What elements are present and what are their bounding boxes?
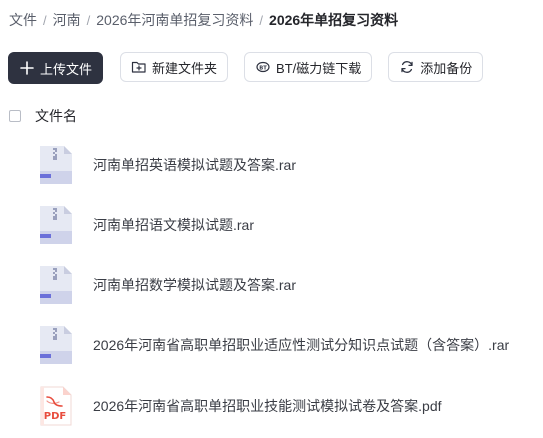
breadcrumb: 文件 / 河南 / 2026年河南单招复习资料 / 2026年单招复习资料 <box>9 10 398 30</box>
file-row[interactable]: PDF 2026年河南省高职单招职业技能测试模拟试卷及答案.pdf <box>38 386 538 426</box>
new-folder-button[interactable]: 新建文件夹 <box>120 52 229 82</box>
file-name[interactable]: 河南单招英语模拟试题及答案.rar <box>93 155 296 175</box>
file-name[interactable]: 河南单招数学模拟试题及答案.rar <box>93 275 296 295</box>
file-name[interactable]: 河南单招语文模拟试题.rar <box>93 215 254 235</box>
file-name[interactable]: 2026年河南省高职单招职业技能测试模拟试卷及答案.pdf <box>93 396 442 416</box>
bt-magnet-download-label: BT/磁力链下载 <box>276 60 362 76</box>
add-backup-button-label: 添加备份 <box>420 60 473 76</box>
archive-file-icon <box>38 265 74 305</box>
file-row[interactable]: 河南单招数学模拟试题及答案.rar <box>38 265 538 305</box>
archive-file-icon <box>38 325 74 365</box>
plus-icon <box>19 60 35 76</box>
pdf-file-icon: PDF <box>38 386 74 426</box>
bt-magnet-download-button[interactable]: BT BT/磁力链下载 <box>244 52 373 82</box>
file-row[interactable]: 河南单招英语模拟试题及答案.rar <box>38 145 538 185</box>
new-folder-button-label: 新建文件夹 <box>152 60 218 76</box>
toolbar: 上传文件 新建文件夹 BT BT/磁力链下载 添加备份 <box>8 52 499 84</box>
file-row[interactable]: 2026年河南省高职单招职业适应性测试分知识点试题（含答案）.rar <box>38 325 538 365</box>
upload-button-label: 上传文件 <box>40 61 93 77</box>
add-backup-button[interactable]: 添加备份 <box>388 52 484 82</box>
breadcrumb-separator: / <box>43 12 47 28</box>
pdf-badge: PDF <box>44 411 66 422</box>
archive-file-icon <box>38 205 74 245</box>
upload-button[interactable]: 上传文件 <box>8 52 104 84</box>
archive-file-icon <box>38 145 74 185</box>
svg-text:BT: BT <box>259 65 267 71</box>
breadcrumb-separator: / <box>259 12 264 28</box>
file-row[interactable]: 河南单招语文模拟试题.rar <box>38 205 538 245</box>
breadcrumb-item-henan[interactable]: 河南 <box>53 10 81 30</box>
breadcrumb-separator: / <box>86 12 91 28</box>
bt-icon: BT <box>255 59 271 75</box>
file-list-header: 文件名 <box>9 107 77 125</box>
file-name[interactable]: 2026年河南省高职单招职业适应性测试分知识点试题（含答案）.rar <box>93 335 509 355</box>
sync-icon <box>399 59 415 75</box>
column-header-file-name[interactable]: 文件名 <box>35 106 77 126</box>
folder-plus-icon <box>131 59 147 75</box>
breadcrumb-item-files[interactable]: 文件 <box>9 10 37 30</box>
select-all-checkbox[interactable] <box>9 110 21 122</box>
breadcrumb-item-review-folder[interactable]: 2026年河南单招复习资料 <box>96 10 253 30</box>
breadcrumb-item-current: 2026年单招复习资料 <box>269 12 399 28</box>
